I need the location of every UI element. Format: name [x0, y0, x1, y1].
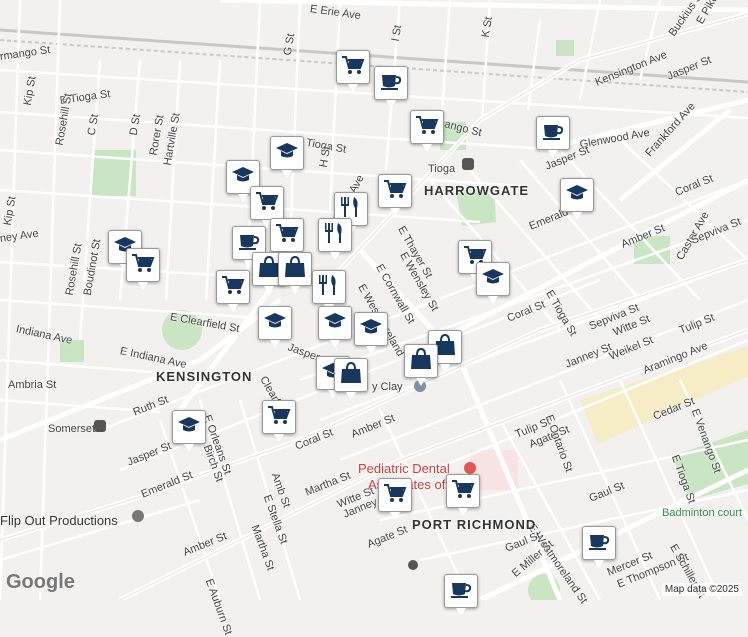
- graduation-cap-marker[interactable]: [560, 178, 594, 220]
- graduation-cap-marker[interactable]: [172, 410, 206, 452]
- coffee-cup-icon: [587, 530, 611, 557]
- shopping-bag-marker[interactable]: [404, 344, 438, 386]
- shopping-bag-marker[interactable]: [278, 252, 312, 294]
- shopping-cart-icon: [131, 252, 155, 279]
- shopping-cart-marker[interactable]: [262, 400, 296, 442]
- google-logo: Google: [6, 571, 75, 593]
- graduation-cap-icon: [565, 182, 589, 209]
- shopping-cart-icon: [415, 114, 439, 141]
- area-label: Flip Out Productions: [0, 513, 118, 528]
- map-attribution: Map data ©2025: [661, 583, 742, 596]
- graduation-cap-marker[interactable]: [476, 262, 510, 304]
- area-label: Pediatric Dental: [358, 461, 450, 476]
- graduation-cap-icon: [177, 414, 201, 441]
- graduation-cap-marker[interactable]: [258, 306, 292, 348]
- graduation-cap-marker[interactable]: [270, 136, 304, 178]
- transit-station-icon[interactable]: [94, 420, 106, 432]
- shopping-cart-marker[interactable]: [126, 248, 160, 290]
- shopping-bag-icon: [409, 347, 433, 375]
- graduation-cap-marker[interactable]: [354, 312, 388, 354]
- business-pin-icon[interactable]: [132, 510, 144, 522]
- shopping-cart-icon: [383, 178, 407, 205]
- coffee-cup-icon: [541, 120, 565, 147]
- shopping-cart-icon: [267, 404, 291, 431]
- area-label: Badminton court: [662, 507, 743, 519]
- restaurant-utensils-marker[interactable]: [312, 270, 346, 312]
- place-pin-icon[interactable]: [408, 560, 418, 570]
- graduation-cap-icon: [359, 316, 383, 343]
- graduation-cap-marker[interactable]: [318, 306, 352, 348]
- shopping-cart-marker[interactable]: [446, 474, 480, 516]
- shopping-cart-marker[interactable]: [336, 50, 370, 92]
- shopping-cart-marker[interactable]: [410, 110, 444, 152]
- restaurant-utensils-icon: [317, 274, 341, 301]
- shopping-cart-icon: [221, 274, 245, 301]
- shopping-cart-icon: [451, 478, 475, 505]
- coffee-cup-marker[interactable]: [536, 116, 570, 158]
- graduation-cap-icon: [263, 310, 287, 337]
- hospital-pin-icon[interactable]: [464, 462, 476, 474]
- area-label: y Clay: [372, 381, 403, 393]
- shopping-cart-icon: [383, 482, 407, 509]
- shopping-cart-marker[interactable]: [250, 186, 284, 228]
- restaurant-utensils-marker[interactable]: [318, 218, 352, 260]
- graduation-cap-icon: [481, 266, 505, 293]
- street-label: Ambria St: [8, 379, 57, 391]
- coffee-cup-marker[interactable]: [582, 526, 616, 568]
- area-label: KENSINGTON: [156, 369, 253, 384]
- restaurant-utensils-icon: [323, 222, 347, 249]
- shopping-cart-marker[interactable]: [378, 174, 412, 216]
- shopping-cart-marker[interactable]: [216, 270, 250, 312]
- area-label: Tioga: [428, 163, 456, 175]
- shopping-cart-icon: [255, 190, 279, 217]
- shopping-bag-icon: [283, 255, 307, 283]
- graduation-cap-icon: [323, 310, 347, 337]
- graduation-cap-icon: [275, 140, 299, 167]
- shopping-cart-marker[interactable]: [270, 218, 304, 260]
- area-label: Somerset: [48, 423, 96, 435]
- transit-station-icon[interactable]: [462, 158, 474, 170]
- coffee-cup-marker[interactable]: [374, 66, 408, 108]
- area-label: PORT RICHMOND: [412, 517, 537, 532]
- shopping-bag-marker[interactable]: [334, 358, 368, 400]
- coffee-cup-icon: [449, 578, 473, 605]
- park-area: [556, 40, 574, 56]
- coffee-cup-icon: [379, 70, 403, 97]
- shopping-cart-icon: [275, 222, 299, 249]
- shopping-bag-icon: [339, 361, 363, 389]
- area-label: HARROWGATE: [424, 183, 530, 198]
- coffee-cup-marker[interactable]: [444, 574, 478, 616]
- shopping-cart-marker[interactable]: [378, 478, 412, 520]
- shopping-cart-icon: [341, 54, 365, 81]
